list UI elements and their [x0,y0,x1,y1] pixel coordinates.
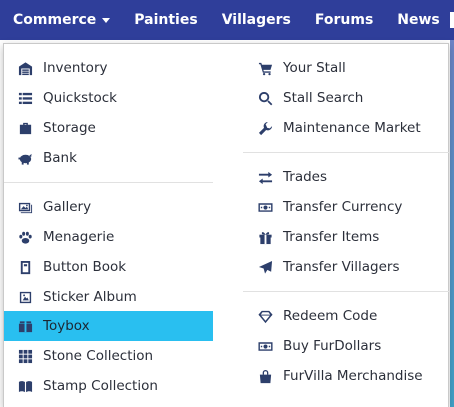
page-edge-stripe [450,40,454,407]
menu-divider [243,152,450,153]
nav-news[interactable]: News [397,12,439,28]
nav-commerce-label: Commerce [13,12,97,28]
menu-item-label: Stall Search [283,90,364,106]
nav-overflow-edge [450,12,454,28]
menu-item-label: Your Stall [283,60,346,76]
menu-item-stamp-collection[interactable]: Stamp Collection [4,371,213,401]
gift-icon [257,229,273,245]
menu-item-label: Buy FurDollars [283,338,382,354]
menu-item-transfer-items[interactable]: Transfer Items [243,222,450,252]
menu-divider [4,182,213,183]
top-navbar: Commerce Painties Villagers Forums News [0,0,454,40]
menu-item-label: Redeem Code [283,308,378,324]
wrench-icon [257,120,273,136]
menu-item-label: Toybox [43,318,90,334]
nav-forums[interactable]: Forums [315,12,373,28]
caret-down-icon [102,17,111,23]
toybox-icon [17,318,33,334]
warehouse-icon [17,60,33,76]
nav-villagers[interactable]: Villagers [222,12,291,28]
cart-icon [257,60,273,76]
menu-item-stone-collection[interactable]: Stone Collection [4,341,213,371]
menu-item-quickstock[interactable]: Quickstock [4,83,213,113]
search-icon [257,90,273,106]
menu-item-label: Transfer Currency [283,199,403,215]
menu-item-label: Menagerie [43,229,115,245]
money-icon [257,199,273,215]
book-icon [17,259,33,275]
menu-divider [243,291,450,292]
menu-item-label: Maintenance Market [283,120,421,136]
suitcase-icon [17,120,33,136]
nav-commerce[interactable]: Commerce [13,12,111,28]
menu-item-label: Transfer Items [283,229,380,245]
menu-item-label: Stamp Collection [43,378,158,394]
menu-item-transfer-currency[interactable]: Transfer Currency [243,192,450,222]
menu-item-stall-search[interactable]: Stall Search [243,83,450,113]
exchange-icon [257,169,273,185]
menu-item-bank[interactable]: Bank [4,143,213,173]
menu-item-transfer-villagers[interactable]: Transfer Villagers [243,252,450,282]
menu-item-label: Quickstock [43,90,117,106]
menu-item-label: Storage [43,120,96,136]
money-icon [257,338,273,354]
sticker-icon [17,289,33,305]
open-book-icon [17,378,33,394]
menu-item-label: Button Book [43,259,127,275]
menu-item-label: Stone Collection [43,348,154,364]
menu-item-maintenance-market[interactable]: Maintenance Market [243,113,450,143]
menu-item-label: Transfer Villagers [283,259,400,275]
menu-item-menagerie[interactable]: Menagerie [4,222,213,252]
plane-icon [257,259,273,275]
menu-item-gallery[interactable]: Gallery [4,192,213,222]
menu-item-storage[interactable]: Storage [4,113,213,143]
shopping-bag-icon [257,368,273,384]
menu-item-trades[interactable]: Trades [243,162,450,192]
commerce-dropdown-menu: Inventory Quickstock Storage Bank Gallery Men… [3,43,450,407]
piggy-bank-icon [17,150,33,166]
paw-icon [17,229,33,245]
menu-item-label: Inventory [43,60,108,76]
menu-item-label: FurVilla Merchandise [283,368,423,384]
nav-painties[interactable]: Painties [134,12,197,28]
menu-item-button-book[interactable]: Button Book [4,252,213,282]
diamond-icon [257,308,273,324]
menu-item-label: Gallery [43,199,92,215]
images-icon [17,199,33,215]
menu-item-label: Bank [43,150,77,166]
menu-item-inventory[interactable]: Inventory [4,53,213,83]
menu-item-label: Trades [283,169,327,185]
menu-item-furvilla-merchandise[interactable]: FurVilla Merchandise [243,361,450,391]
menu-item-buy-furdollars[interactable]: Buy FurDollars [243,331,450,361]
menu-item-your-stall[interactable]: Your Stall [243,53,450,83]
menu-item-sticker-album[interactable]: Sticker Album [4,282,213,312]
grid-icon [17,348,33,364]
menu-item-redeem-code[interactable]: Redeem Code [243,301,450,331]
menu-item-toybox[interactable]: Toybox [4,311,213,341]
list-icon [17,90,33,106]
menu-item-label: Sticker Album [43,289,137,305]
